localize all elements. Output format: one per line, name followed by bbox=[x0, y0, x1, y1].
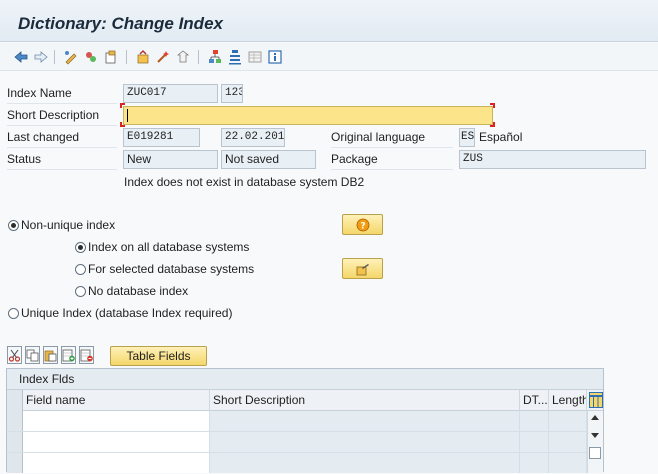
last-changed-date-field: 22.02.2018 bbox=[221, 128, 285, 147]
divider bbox=[7, 147, 117, 148]
length-cell bbox=[549, 432, 587, 452]
no-db-label: No database index bbox=[88, 284, 189, 298]
row-selector[interactable] bbox=[7, 411, 23, 431]
index-name-label: Index Name bbox=[7, 86, 72, 100]
row-selector[interactable] bbox=[7, 453, 23, 473]
table-name-field: ZUC017 bbox=[123, 84, 218, 103]
status-label: Status bbox=[7, 152, 42, 166]
help-button[interactable]: ? bbox=[342, 214, 383, 235]
question-icon: ? bbox=[356, 218, 369, 231]
where-used-icon[interactable] bbox=[102, 48, 120, 66]
table-title: Index Flds bbox=[7, 369, 603, 390]
vertical-scrollbar[interactable] bbox=[587, 411, 603, 473]
column-header-short-description[interactable]: Short Description bbox=[210, 390, 520, 411]
unique-label: Unique Index (database Index required) bbox=[21, 306, 233, 320]
selected-db-radio[interactable] bbox=[75, 264, 86, 275]
divider bbox=[7, 169, 117, 170]
field-name-cell[interactable] bbox=[23, 411, 210, 431]
svg-text:?: ? bbox=[360, 221, 365, 231]
other-object-icon[interactable] bbox=[82, 48, 100, 66]
row-selector[interactable] bbox=[7, 432, 23, 452]
field-name-cell[interactable] bbox=[23, 453, 210, 473]
display-object-list-icon[interactable] bbox=[174, 48, 192, 66]
short-description-cell bbox=[210, 411, 520, 431]
toolbar-separator bbox=[54, 50, 55, 64]
last-changed-label: Last changed bbox=[7, 130, 80, 144]
table-icon[interactable] bbox=[246, 48, 264, 66]
copy-icon[interactable] bbox=[25, 346, 40, 364]
toolbar-separator bbox=[198, 50, 199, 64]
table-row bbox=[7, 453, 603, 474]
data-type-cell bbox=[520, 432, 549, 452]
length-cell bbox=[549, 453, 587, 473]
unique-radio[interactable] bbox=[8, 308, 19, 319]
short-description-label: Short Description bbox=[7, 108, 100, 122]
index-fields-table: Index Flds Field name Short Description … bbox=[6, 368, 604, 474]
short-description-input[interactable] bbox=[123, 106, 493, 125]
divider bbox=[331, 169, 453, 170]
db-systems-button[interactable] bbox=[342, 258, 383, 279]
column-header-length[interactable]: Length bbox=[549, 390, 587, 411]
table-header: Field name Short Description DT... Lengt… bbox=[7, 390, 603, 411]
length-cell bbox=[549, 411, 587, 431]
scroll-up-arrow-icon[interactable] bbox=[591, 415, 599, 420]
display-change-icon[interactable] bbox=[62, 48, 80, 66]
column-header-data-type[interactable]: DT... bbox=[520, 390, 549, 411]
column-header-field-name[interactable]: Field name bbox=[23, 390, 210, 411]
back-arrow-icon[interactable] bbox=[12, 48, 30, 66]
package-label: Package bbox=[331, 152, 378, 166]
application-toolbar bbox=[0, 43, 658, 71]
select-all-cell[interactable] bbox=[7, 390, 23, 411]
paste-icon[interactable] bbox=[43, 346, 58, 364]
original-language-label: Original language bbox=[331, 130, 426, 144]
focus-corner bbox=[120, 122, 125, 127]
original-language-code-field: ES bbox=[459, 128, 475, 147]
page-title: Dictionary: Change Index bbox=[18, 14, 223, 33]
insert-row-icon[interactable] bbox=[61, 346, 76, 364]
data-type-cell bbox=[520, 453, 549, 473]
scroll-down-arrow-icon[interactable] bbox=[591, 433, 599, 438]
table-settings-icon[interactable] bbox=[589, 392, 603, 408]
cut-icon[interactable] bbox=[7, 346, 22, 364]
save-status-field: Not saved bbox=[221, 150, 316, 169]
hierarchy-icon[interactable] bbox=[206, 48, 224, 66]
non-unique-label: Non-unique index bbox=[21, 218, 116, 232]
all-db-radio[interactable] bbox=[75, 242, 86, 253]
no-db-radio[interactable] bbox=[75, 286, 86, 297]
table-row bbox=[7, 411, 603, 432]
focus-corner bbox=[490, 103, 495, 108]
original-language-name: Español bbox=[479, 130, 523, 144]
divider bbox=[331, 147, 453, 148]
short-description-cell bbox=[210, 432, 520, 452]
data-type-cell bbox=[520, 411, 549, 431]
divider bbox=[7, 125, 117, 126]
short-description-cell bbox=[210, 453, 520, 473]
last-changed-user-field: E019281 bbox=[123, 128, 200, 147]
scroll-page-button[interactable] bbox=[589, 447, 601, 459]
table-fields-button[interactable]: Table Fields bbox=[110, 346, 207, 366]
edit-object-icon bbox=[356, 263, 369, 275]
focus-corner bbox=[490, 122, 495, 127]
table-row bbox=[7, 432, 603, 453]
divider bbox=[7, 103, 117, 104]
title-bar: Dictionary: Change Index bbox=[0, 0, 658, 42]
field-name-cell[interactable] bbox=[23, 432, 210, 452]
toolbar-separator bbox=[126, 50, 127, 64]
delete-row-icon[interactable] bbox=[79, 346, 94, 364]
focus-corner bbox=[120, 103, 125, 108]
index-id-field: 123 bbox=[221, 84, 243, 103]
all-db-label: Index on all database systems bbox=[88, 240, 250, 254]
check-icon[interactable] bbox=[134, 48, 152, 66]
selected-db-label: For selected database systems bbox=[88, 262, 255, 276]
package-field: ZUS bbox=[459, 150, 646, 169]
non-unique-radio[interactable] bbox=[8, 220, 19, 231]
documentation-icon[interactable] bbox=[226, 48, 244, 66]
status-field: New bbox=[123, 150, 218, 169]
db-status-message: Index does not exist in database system … bbox=[124, 175, 365, 189]
text-caret bbox=[127, 109, 128, 122]
forward-arrow-icon[interactable] bbox=[32, 48, 50, 66]
activate-icon[interactable] bbox=[154, 48, 172, 66]
info-icon[interactable] bbox=[266, 48, 284, 66]
